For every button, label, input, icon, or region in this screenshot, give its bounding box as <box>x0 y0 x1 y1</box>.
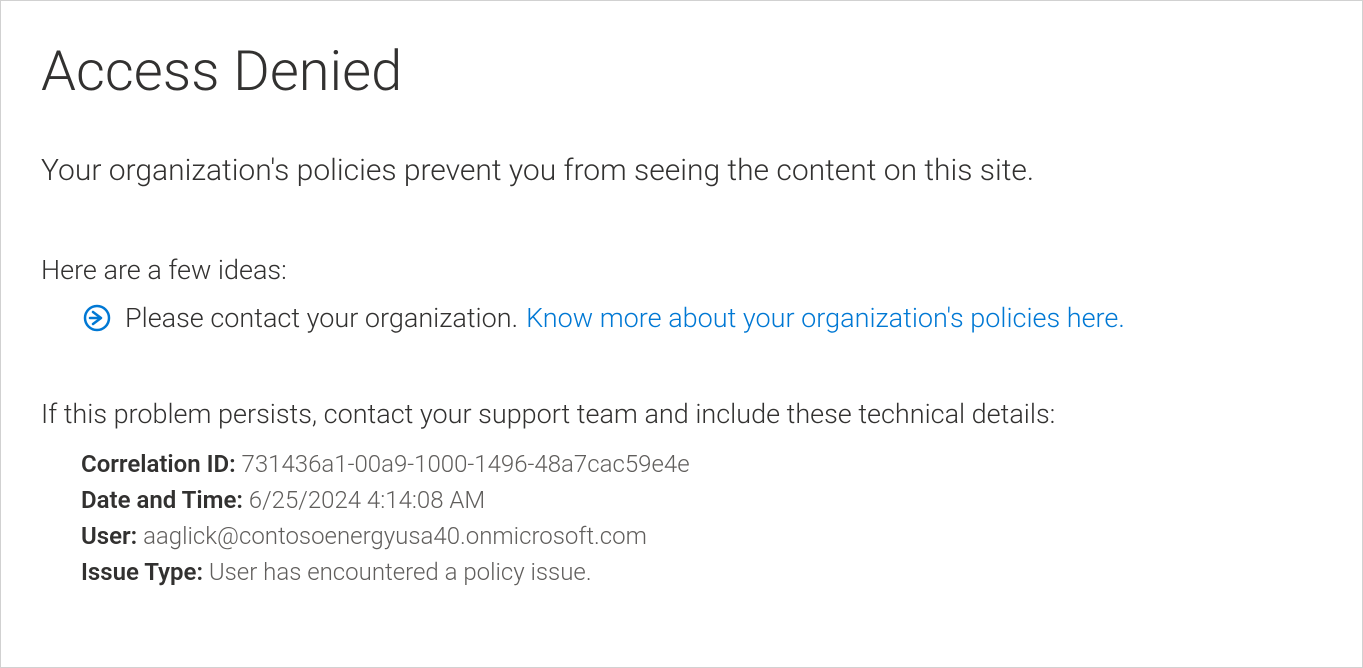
user-value: aaglick@contosoenergyusa40.onmicrosoft.c… <box>143 522 647 550</box>
issue-type-label: Issue Type: <box>81 558 203 586</box>
correlation-id-row: Correlation ID: 731436a1-00a9-1000-1496-… <box>81 446 1322 482</box>
subtitle-text: Your organization's policies prevent you… <box>41 151 1322 190</box>
arrow-right-circle-icon <box>83 304 111 332</box>
idea-text: Please contact your organization. <box>125 302 518 334</box>
issue-type-value: User has encountered a policy issue. <box>209 558 592 586</box>
support-text: If this problem persists, contact your s… <box>41 398 1322 430</box>
page-title: Access Denied <box>41 41 1322 103</box>
date-time-label: Date and Time: <box>81 486 243 514</box>
correlation-id-value: 731436a1-00a9-1000-1496-48a7cac59e4e <box>242 450 690 478</box>
user-row: User: aaglick@contosoenergyusa40.onmicro… <box>81 518 1322 554</box>
technical-details: Correlation ID: 731436a1-00a9-1000-1496-… <box>81 446 1322 590</box>
date-time-row: Date and Time: 6/25/2024 4:14:08 AM <box>81 482 1322 518</box>
policies-link[interactable]: Know more about your organization's poli… <box>526 302 1125 334</box>
user-label: User: <box>81 522 137 550</box>
idea-row: Please contact your organization. Know m… <box>83 302 1322 334</box>
correlation-id-label: Correlation ID: <box>81 450 236 478</box>
date-time-value: 6/25/2024 4:14:08 AM <box>249 486 485 514</box>
ideas-heading: Here are a few ideas: <box>41 254 1322 286</box>
issue-type-row: Issue Type: User has encountered a polic… <box>81 554 1322 590</box>
